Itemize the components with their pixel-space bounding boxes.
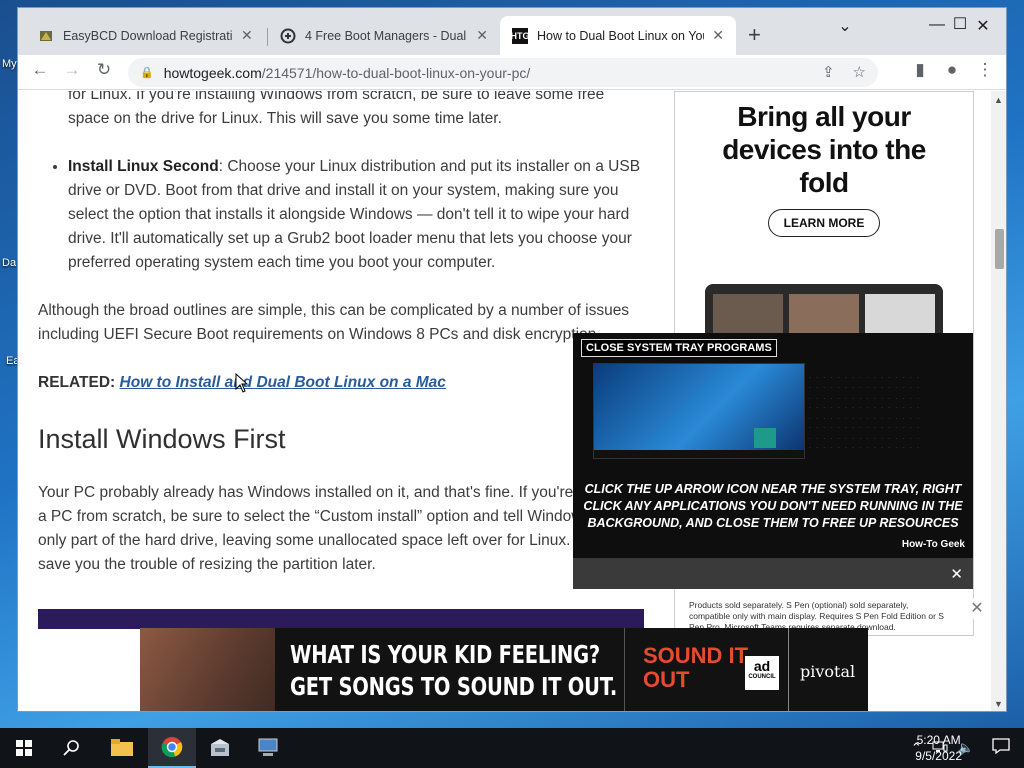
ad-divider [624,628,625,711]
clock-date: 9/5/2022 [915,749,962,763]
desktop-icon-label[interactable]: Da [2,257,16,269]
chrome-icon[interactable] [148,728,196,768]
side-panel-icon[interactable]: ▮ [908,60,932,80]
section-heading: Install Windows First [38,424,286,454]
menu-kebab-icon[interactable]: ⋮ [973,60,997,80]
close-tab-icon[interactable]: ✕ [712,27,724,44]
close-tab-icon[interactable]: ✕ [476,27,488,44]
article-body: for Linux. If you're installing Windows … [38,91,648,601]
close-video-icon[interactable]: ✕ [950,565,963,583]
clock-time: 5:20 AM [916,733,961,747]
ad-tagline: WHAT IS YOUR KID FEELING? GET SONGS TO S… [290,639,617,703]
video-popup[interactable]: - - - - - - - - - - - - - - - - - - - - … [573,333,973,589]
tab-strip: EasyBCD Download Registration ✕ 4 Free B… [18,8,1006,55]
lock-icon[interactable]: 🔒 [140,66,154,79]
related-label: RELATED: [38,374,116,391]
easybcd-icon [38,28,54,44]
notification-icon[interactable] [992,738,1010,759]
mouse-cursor-icon [235,372,249,398]
browser-toolbar: ← → ↻ 🔒 howtogeek.com/214571/how-to-dual… [18,55,1006,90]
logo-line: COUNCIL [748,674,776,680]
close-tab-icon[interactable]: ✕ [241,27,253,44]
scroll-thumb[interactable] [995,229,1004,269]
easybcd-taskbar-icon[interactable] [196,728,244,768]
close-window-button[interactable]: ✕ [960,16,1006,36]
video-label: CLOSE SYSTEM TRAY PROGRAMS [581,339,777,357]
code-background: - - - - - - - - - - - - - - - - - - - - … [808,374,920,451]
logo-line: SOUND IT [643,643,749,668]
tab-title: EasyBCD Download Registration [63,28,233,43]
logo-line: OUT [643,667,690,692]
tab-title: How to Dual Boot Linux on Your [537,28,705,43]
learn-more-button[interactable]: LEARN MORE [767,209,881,237]
video-brand: How-To Geek [901,539,965,550]
video-control-bar [573,558,973,589]
ad-tagline-line: WHAT IS YOUR KID FEELING? [290,640,601,669]
scroll-down-icon[interactable]: ▼ [994,699,1003,709]
file-explorer-icon[interactable] [98,728,146,768]
tab-htg-active[interactable]: HTG How to Dual Boot Linux on Your ✕ [500,16,736,55]
back-icon[interactable]: ← [28,60,52,80]
new-tab-button[interactable]: + [748,24,761,46]
pivotal-logo: pivotal [800,662,856,681]
taskbar: ⌃ 🔈 5:20 AM 9/5/2022 [0,728,1024,768]
start-button[interactable] [0,728,48,768]
url-host: howtogeek.com [163,64,262,81]
bottom-advertisement[interactable]: WHAT IS YOUR KID FEELING? GET SONGS TO S… [140,628,868,711]
logo-line: ad [753,658,771,674]
page-viewport[interactable]: for Linux. If you're installing Windows … [18,91,991,711]
related-link[interactable]: How to Install and Dual Boot Linux on a … [120,374,446,391]
share-icon[interactable]: ⇪ [822,63,835,81]
profile-avatar-icon[interactable]: ● [940,60,964,80]
computer-taskbar-icon[interactable] [244,728,292,768]
url-path: /214571/how-to-dual-boot-linux-on-your-p… [261,64,531,81]
tab-title: 4 Free Boot Managers - Dual Boo [305,28,468,43]
tab-search-icon[interactable]: ⌄ [822,16,868,36]
article-image [38,609,644,629]
bullet-title: Install Linux Second [68,158,219,175]
related-link-block: RELATED: How to Install and Dual Boot Li… [38,371,648,395]
tab-boot-managers[interactable]: 4 Free Boot Managers - Dual Boo ✕ [268,16,500,55]
desktop-icon-label[interactable]: My [2,58,17,70]
search-icon[interactable] [48,728,96,768]
reload-icon[interactable]: ↻ [92,60,116,80]
ad-tagline-line: GET SONGS TO SOUND IT OUT. [290,672,618,701]
vertical-scrollbar[interactable]: ▲ ▼ [991,91,1006,711]
paragraph: Although the broad outlines are simple, … [38,302,630,343]
clock[interactable]: 5:20 AM 9/5/2022 [915,732,962,764]
list-item: Install Linux Second: Choose your Linux … [68,155,648,275]
paragraph: Your PC probably already has Windows ins… [38,484,645,573]
sound-it-out-logo: SOUND IT OUT [643,644,748,692]
htg-icon: HTG [511,27,530,44]
close-ad-icon[interactable]: ✕ [966,598,988,620]
browser-window: EasyBCD Download Registration ✕ 4 Free B… [17,7,1007,712]
ad-council-logo: ad COUNCIL [745,656,779,690]
list-item: for Linux. If you're installing Windows … [68,91,605,127]
ad-headline: Bring all your devices into the fold [722,101,926,198]
tab-easybcd[interactable]: EasyBCD Download Registration ✕ [26,16,266,55]
ad-divider [788,628,789,711]
ad-child-photo [140,628,275,711]
forward-icon[interactable]: → [60,60,84,80]
address-bar[interactable]: 🔒 howtogeek.com/214571/how-to-dual-boot-… [128,58,878,87]
bookmark-star-icon[interactable]: ☆ [853,63,866,81]
bootmgr-icon [280,28,296,44]
video-caption: CLICK THE UP ARROW ICON NEAR THE SYSTEM … [583,482,963,530]
scroll-up-icon[interactable]: ▲ [994,95,1003,105]
video-windows-screen [593,363,805,459]
